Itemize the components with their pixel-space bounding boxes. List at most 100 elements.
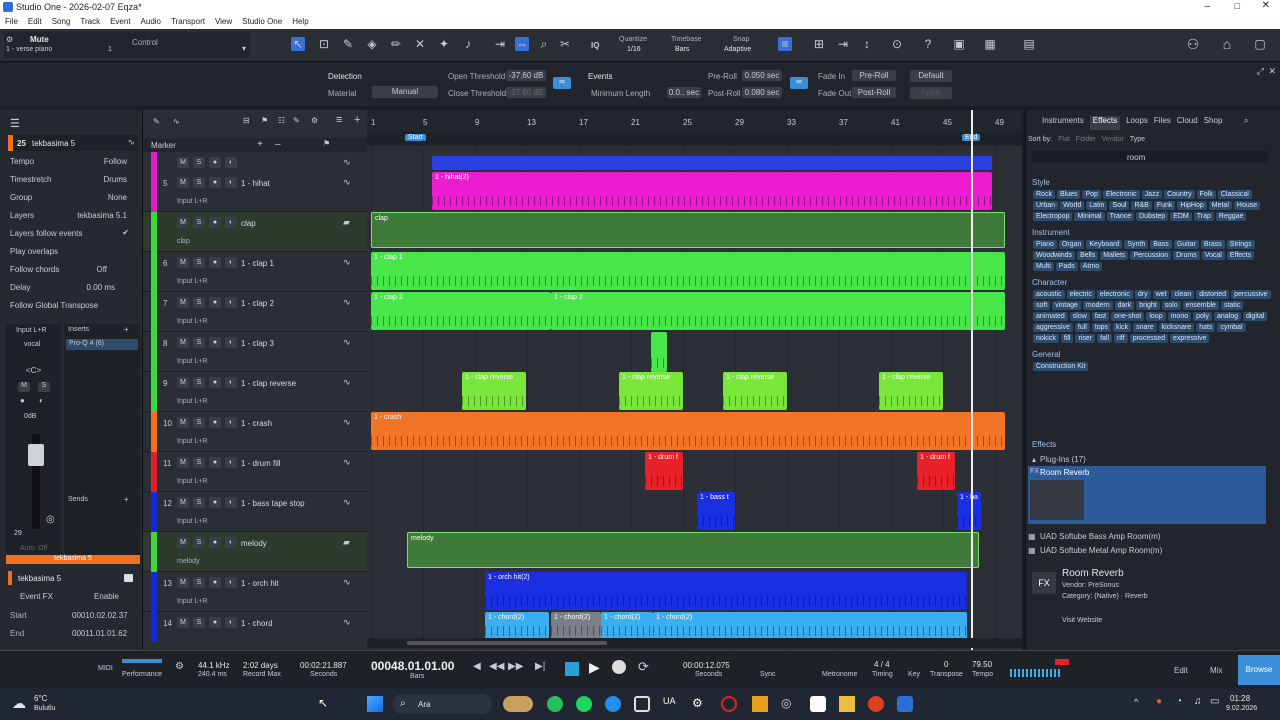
fadein-value[interactable]: Pre-Roll (852, 70, 896, 81)
enable-label[interactable]: Enable (94, 592, 119, 601)
style-tag[interactable]: Blues (1056, 190, 1081, 199)
character-tag[interactable]: expressive (1170, 334, 1210, 343)
character-tag[interactable]: mono (1167, 312, 1192, 321)
start-value[interactable]: 00010.02.02.37 (72, 611, 128, 620)
style-tag[interactable]: Minimal (1074, 212, 1105, 221)
character-tag[interactable]: soft (1033, 301, 1051, 310)
weather-temp[interactable]: 6°C (34, 694, 47, 703)
row-value[interactable]: Off (96, 265, 107, 274)
tool-icon[interactable]: ✎ (153, 117, 160, 126)
cursor-icon[interactable]: ↕ (860, 37, 874, 51)
record-button[interactable]: ● (209, 257, 221, 268)
record-button[interactable]: ● (209, 457, 221, 468)
search-icon[interactable]: ⌕ (1244, 116, 1248, 126)
instrument-tag[interactable]: Bass (1150, 240, 1172, 249)
track-name[interactable]: melody (241, 539, 267, 548)
curve-icon[interactable]: ∿ (173, 117, 180, 126)
style-tag[interactable]: Trance (1106, 212, 1135, 221)
clip[interactable]: 1 - drum f (645, 452, 683, 490)
character-tag[interactable]: kick (1113, 323, 1132, 332)
automation-icon[interactable]: ∿ (343, 497, 351, 508)
style-tag[interactable]: Funk (1153, 201, 1176, 210)
character-tag[interactable]: hats (1196, 323, 1216, 332)
add-insert-icon[interactable]: + (124, 325, 129, 334)
studio-one-icon[interactable] (897, 696, 913, 712)
performance-label[interactable]: Performance (122, 671, 162, 678)
row-value[interactable]: None (108, 193, 127, 202)
monitor-button[interactable]: ◐ (225, 297, 237, 308)
clip[interactable]: 1 - clap reverse (619, 372, 683, 410)
split-tool-icon[interactable]: ✎ (341, 37, 355, 51)
solo-button[interactable]: S (193, 457, 205, 468)
whatsapp-icon[interactable] (547, 696, 563, 712)
video-icon[interactable]: ▣ (952, 37, 966, 51)
mute-button[interactable]: M (177, 577, 189, 588)
next-marker-icon[interactable]: ▶| (535, 661, 545, 672)
tab-instruments[interactable]: Instruments (1042, 116, 1084, 130)
menu-view[interactable]: View (210, 15, 237, 29)
character-tag[interactable]: tops (1091, 323, 1112, 332)
character-tag[interactable]: riff (1114, 334, 1128, 343)
folder-track[interactable]: M S ● ◐ clap clap ▰ (143, 212, 367, 252)
add-icon[interactable]: + (354, 114, 360, 126)
metronome-label[interactable]: Metronome (822, 671, 857, 678)
preroll-value[interactable]: 0.050 sec (742, 70, 782, 81)
mute-button[interactable]: M (177, 457, 189, 468)
edit-button[interactable]: Edit (1174, 666, 1188, 675)
character-tag[interactable]: modern (1082, 301, 1113, 310)
widget-icon[interactable] (503, 696, 533, 712)
menu-studio-one[interactable]: Studio One (237, 15, 287, 29)
expand-icon[interactable]: ⤢ (1257, 66, 1264, 77)
channel-input[interactable]: Input L+R (16, 327, 47, 334)
channel-vocal[interactable]: vocal (24, 341, 40, 348)
mute-button[interactable]: M (177, 217, 189, 228)
prev-icon[interactable]: ⇥ (493, 37, 507, 51)
character-tag[interactable]: dark (1114, 301, 1135, 310)
monitor-button[interactable]: ◐ (225, 377, 237, 388)
tag-construction-kit[interactable]: Construction Kit (1033, 362, 1089, 371)
character-tag[interactable]: snare (1133, 323, 1157, 332)
monitor-button[interactable]: ◐ (225, 497, 237, 508)
iq-label[interactable]: IQ (591, 41, 599, 50)
style-tag[interactable]: House (1233, 201, 1261, 210)
character-tag[interactable]: percussive (1231, 290, 1271, 299)
solo-button[interactable]: S (193, 377, 205, 388)
folder-icon[interactable]: ▰ (343, 537, 350, 548)
clock-time[interactable]: 01:28 (1230, 694, 1250, 703)
settings-icon[interactable]: ⚙ (311, 116, 318, 125)
close-panel-icon[interactable]: ✕ (1268, 66, 1276, 77)
fast-forward-icon[interactable]: ▶▶ (508, 661, 523, 672)
mute-button[interactable]: M (18, 382, 30, 392)
clip[interactable]: 1 - bass t (697, 492, 735, 530)
list-view-icon[interactable]: ≡ (336, 114, 342, 126)
clip[interactable]: melody (407, 532, 979, 568)
character-tag[interactable]: full (1074, 323, 1090, 332)
record-button[interactable]: ● (209, 217, 221, 228)
follow-icon[interactable]: ⇥ (836, 37, 850, 51)
record-button[interactable]: ● (209, 337, 221, 348)
clip[interactable] (432, 156, 992, 170)
character-tag[interactable]: distorted (1196, 290, 1230, 299)
flag-icon[interactable]: ⚑ (261, 116, 268, 125)
style-tag[interactable]: Metal (1208, 201, 1232, 210)
track-name[interactable]: 1 - clap 1 (241, 259, 274, 268)
solo-button[interactable]: S (193, 177, 205, 188)
range-tool-icon[interactable]: ⊡ (317, 37, 331, 51)
style-tag[interactable]: R&B (1131, 201, 1152, 210)
monitor-button[interactable]: ◐ (225, 217, 237, 228)
automation-icon[interactable]: ∿ (343, 417, 351, 428)
track-row[interactable]: 13 M S ● ◐ 1 - orch hit Input L+R ∿ (143, 572, 367, 612)
battery-icon[interactable]: ▭ (1210, 696, 1219, 707)
style-tag[interactable]: Electropop (1033, 212, 1073, 221)
character-tag[interactable]: aggressive (1033, 323, 1073, 332)
quantize-value[interactable]: 1/16 (627, 46, 641, 53)
sort-folder[interactable]: Folder (1076, 136, 1096, 148)
track-name[interactable]: 1 - chord (241, 619, 273, 628)
add-track-icon[interactable]: + (257, 139, 263, 150)
search-input[interactable]: room (1032, 151, 1268, 163)
clip[interactable]: 1 - crash (371, 412, 1005, 450)
style-tag[interactable]: Soul (1109, 201, 1130, 210)
solo-button[interactable]: S (193, 417, 205, 428)
solo-button[interactable]: S (193, 297, 205, 308)
style-tag[interactable]: Latin (1086, 201, 1108, 210)
